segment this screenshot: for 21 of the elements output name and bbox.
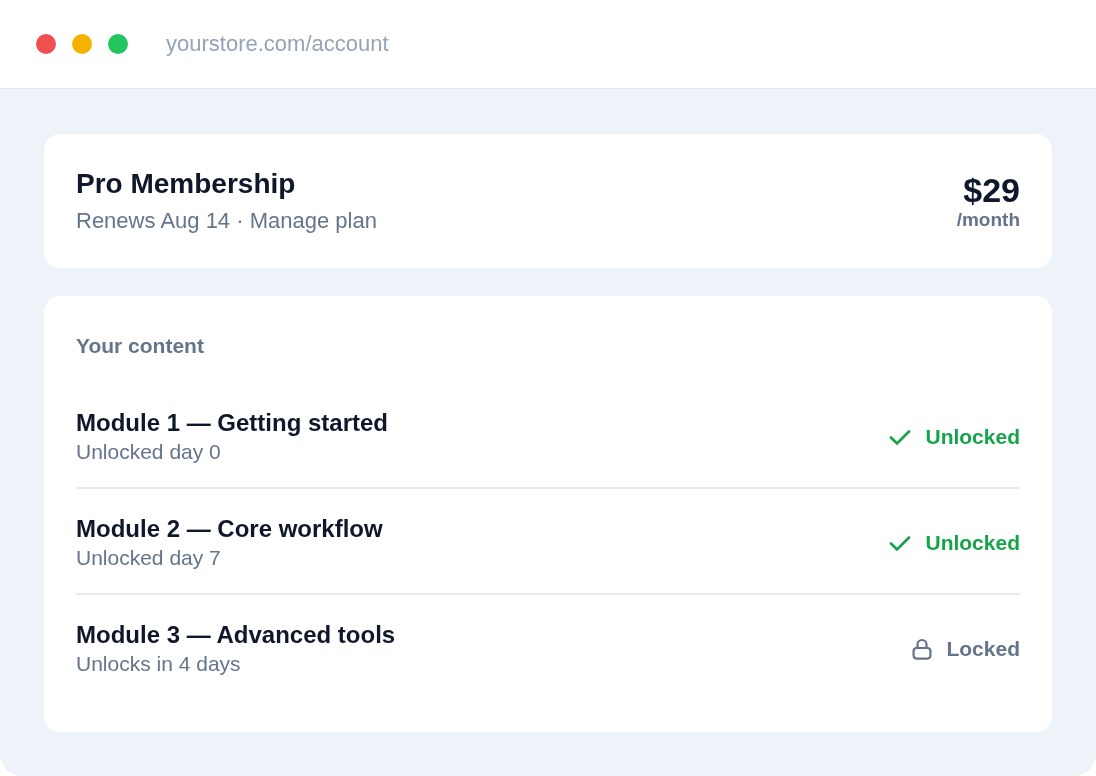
lock-icon	[912, 638, 933, 660]
plan-period: /month	[956, 208, 1020, 232]
check-icon	[889, 534, 912, 552]
section-heading: Your content	[76, 333, 204, 359]
check-icon	[889, 428, 912, 446]
status-label: Locked	[946, 636, 1020, 662]
window-dot-icon[interactable]	[36, 34, 56, 54]
plan-name: Pro Membership	[76, 167, 296, 201]
window-dot-icon[interactable]	[108, 34, 128, 54]
url-text: yourstore.com/account	[166, 30, 389, 58]
module-title: Module 3 — Advanced tools	[76, 620, 396, 650]
plan-price: $29	[963, 170, 1020, 210]
status-label: Unlocked	[925, 424, 1020, 450]
plan-subtitle: Renews Aug 14 · Manage plan	[76, 207, 377, 235]
module-title: Module 2 — Core workflow	[76, 514, 383, 544]
status-label: Unlocked	[925, 530, 1020, 556]
module-subtitle: Unlocked day 0	[76, 439, 221, 465]
window-dot-icon[interactable]	[72, 34, 92, 54]
module-title: Module 1 — Getting started	[76, 408, 389, 438]
module-subtitle: Unlocked day 7	[76, 545, 221, 571]
module-subtitle: Unlocks in 4 days	[76, 651, 241, 677]
